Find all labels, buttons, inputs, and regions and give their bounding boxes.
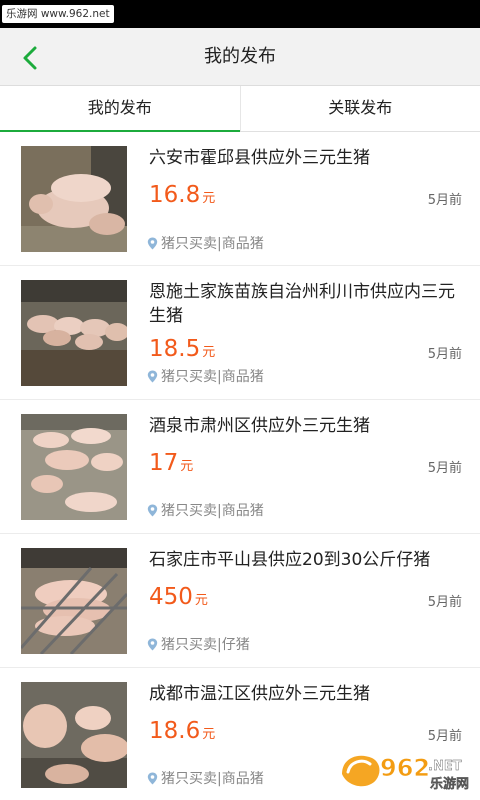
item-photo	[21, 682, 127, 788]
item-time: 5月前	[427, 729, 462, 744]
tab-related-posts[interactable]: 关联发布	[239, 86, 480, 131]
price-value: 17	[149, 450, 179, 476]
location-pin-icon	[147, 370, 158, 383]
item-category: 猪只买卖|商品猪	[161, 369, 264, 385]
watermark-logo: 962 .NET 乐游网	[336, 748, 474, 792]
tab-my-posts[interactable]: 我的发布	[0, 86, 240, 133]
price-value: 450	[149, 584, 193, 610]
price-unit: 元	[202, 345, 216, 360]
item-time: 5月前	[427, 347, 462, 362]
price-value: 18.5	[149, 336, 201, 362]
item-category: 猪只买卖|商品猪	[161, 236, 264, 252]
item-photo	[21, 548, 127, 654]
tab-bar: 我的发布 关联发布	[0, 86, 480, 133]
list-item[interactable]: 石家庄市平山县供应20到30公斤仔猪 450 元 5月前 猪只买卖|仔猪	[0, 534, 480, 668]
item-title: 石家庄市平山县供应20到30公斤仔猪	[149, 550, 431, 570]
page-title: 我的发布	[204, 46, 276, 67]
item-photo	[21, 280, 127, 386]
item-price: 17 元	[149, 450, 193, 476]
item-price: 18.6 元	[149, 718, 215, 744]
item-meta: 猪只买卖|商品猪	[147, 366, 264, 386]
item-meta: 猪只买卖|仔猪	[147, 634, 250, 654]
price-value: 18.6	[149, 718, 201, 744]
item-title: 酒泉市肃州区供应外三元生猪	[149, 416, 370, 436]
item-category: 猪只买卖|商品猪	[161, 771, 264, 787]
item-price: 18.5 元	[149, 336, 215, 362]
location-pin-icon	[147, 772, 158, 785]
watermark-text: 乐游网 www.962.net	[2, 5, 114, 23]
location-pin-icon	[147, 237, 158, 250]
watermark-logo-text: 乐游网	[430, 776, 469, 792]
price-unit: 元	[180, 459, 194, 474]
item-price: 16.8 元	[149, 182, 215, 208]
list-item[interactable]: 六安市霍邱县供应外三元生猪 16.8 元 5月前 猪只买卖|商品猪	[0, 132, 480, 266]
item-meta: 猪只买卖|商品猪	[147, 768, 264, 788]
watermark-logo-number: 962	[380, 754, 430, 782]
item-meta: 猪只买卖|商品猪	[147, 500, 264, 520]
price-unit: 元	[202, 727, 216, 742]
item-price: 450 元	[149, 584, 208, 610]
item-title: 恩施土家族苗族自治州利川市供应内三元生猪	[149, 282, 455, 326]
post-list: 六安市霍邱县供应外三元生猪 16.8 元 5月前 猪只买卖|商品猪 恩施土家族苗…	[0, 132, 480, 800]
item-title: 六安市霍邱县供应外三元生猪	[149, 148, 370, 168]
status-bar: 乐游网 www.962.net	[0, 0, 480, 28]
item-photo	[21, 146, 127, 252]
price-unit: 元	[202, 191, 216, 206]
item-time: 5月前	[427, 595, 462, 610]
item-time: 5月前	[427, 193, 462, 208]
item-time: 5月前	[427, 461, 462, 476]
price-value: 16.8	[149, 182, 201, 208]
item-photo	[21, 414, 127, 520]
item-category: 猪只买卖|商品猪	[161, 503, 264, 519]
list-item[interactable]: 恩施土家族苗族自治州利川市供应内三元生猪 18.5 元 5月前 猪只买卖|商品猪	[0, 266, 480, 400]
location-pin-icon	[147, 504, 158, 517]
list-item[interactable]: 酒泉市肃州区供应外三元生猪 17 元 5月前 猪只买卖|商品猪	[0, 400, 480, 534]
item-meta: 猪只买卖|商品猪	[147, 233, 264, 253]
location-pin-icon	[147, 638, 158, 651]
title-bar: 我的发布	[0, 28, 480, 86]
item-title: 成都市温江区供应外三元生猪	[149, 684, 370, 704]
watermark-logo-suffix: .NET	[428, 759, 462, 774]
price-unit: 元	[194, 593, 208, 608]
item-category: 猪只买卖|仔猪	[161, 637, 250, 653]
